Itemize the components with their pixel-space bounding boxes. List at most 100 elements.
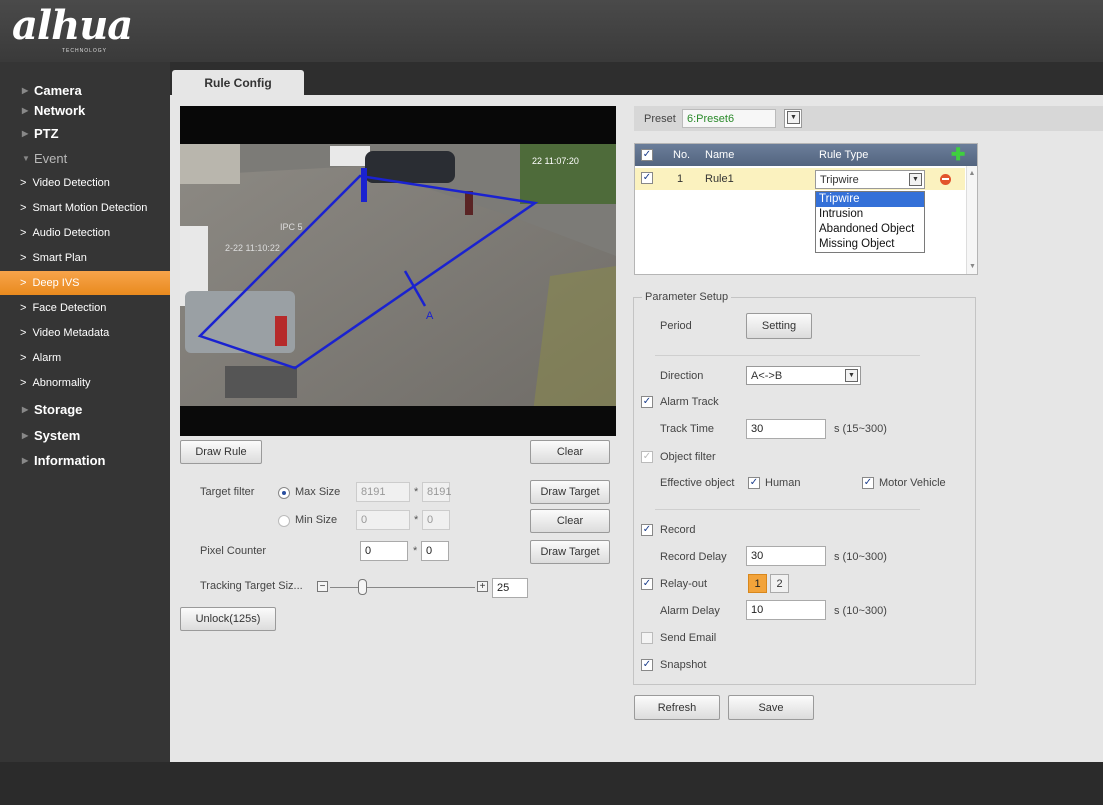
table-row[interactable]: ✓ 1 Rule1 Tripwire ▼ — [635, 168, 965, 190]
option-intrusion[interactable]: Intrusion — [816, 207, 924, 222]
alarm-track-checkbox[interactable]: ✓ — [641, 396, 653, 408]
chevron-right-icon: > — [20, 227, 27, 239]
select-all-checkbox[interactable]: ✓ — [641, 149, 653, 161]
sidebar-item-event[interactable]: ▼ Event — [0, 146, 170, 170]
human-checkbox[interactable]: ✓ — [748, 477, 760, 489]
sidebar-item-information[interactable]: ▶ Information — [0, 448, 170, 472]
save-button[interactable]: Save — [728, 695, 814, 720]
track-time-label: Track Time — [660, 423, 714, 435]
rule-table: ✓ No. Name Rule Type ✚ ✓ 1 Rule1 Tripwir… — [634, 143, 978, 275]
separator — [655, 355, 920, 356]
direction-label: Direction — [660, 370, 704, 382]
chevron-right-icon: > — [20, 327, 27, 339]
chevron-right-icon: > — [20, 352, 27, 364]
option-missing-object[interactable]: Missing Object — [816, 237, 924, 252]
sidebar-item-face-detection[interactable]: > Face Detection — [0, 296, 170, 320]
max-size-radio[interactable] — [278, 487, 290, 499]
table-scrollbar[interactable]: ▲ ▼ — [966, 166, 977, 274]
record-delay-input[interactable]: 30 — [746, 546, 826, 566]
sidebar-item-ptz[interactable]: ▶ PTZ — [0, 121, 170, 145]
scroll-down-icon[interactable]: ▼ — [969, 263, 976, 270]
sidebar-item-alarm[interactable]: > Alarm — [0, 346, 170, 370]
send-email-checkbox[interactable] — [641, 632, 653, 644]
sidebar-item-abnormality[interactable]: > Abnormality — [0, 371, 170, 395]
person-red — [275, 316, 287, 346]
min-size-radio[interactable] — [278, 515, 290, 527]
chevron-right-icon: > — [20, 302, 27, 314]
rule-type-select[interactable]: Tripwire ▼ — [815, 170, 925, 189]
preset-select[interactable]: 6:Preset6 — [682, 109, 776, 128]
rule-type-options: Tripwire Intrusion Abandoned Object Miss… — [815, 191, 925, 253]
rule-label-marker — [361, 168, 367, 202]
chevron-right-icon: > — [20, 177, 27, 189]
tracking-size-input[interactable]: 25 — [492, 578, 528, 598]
option-tripwire[interactable]: Tripwire — [816, 192, 924, 207]
min-size-width-input[interactable]: 0 — [356, 510, 410, 530]
tracking-slider-thumb[interactable] — [357, 579, 367, 595]
max-size-width-input[interactable]: 8191 — [356, 482, 410, 502]
chevron-down-icon: ▼ — [787, 111, 800, 124]
expanded-triangle-icon: ▼ — [22, 153, 30, 163]
draw-rule-button[interactable]: Draw Rule — [180, 440, 262, 464]
minus-circle-icon[interactable] — [940, 174, 951, 185]
relay-2-toggle[interactable]: 2 — [770, 574, 789, 593]
trees — [520, 144, 616, 204]
size-separator: * — [414, 486, 419, 498]
refresh-button[interactable]: Refresh — [634, 695, 720, 720]
tracking-target-size-label: Tracking Target Siz... — [200, 580, 303, 592]
track-time-input[interactable]: 30 — [746, 419, 826, 439]
record-label: Record — [660, 524, 696, 536]
collapsed-triangle-icon: ▶ — [22, 85, 29, 95]
decrease-icon[interactable]: − — [317, 581, 328, 592]
unlock-button[interactable]: Unlock(125s) — [180, 607, 276, 631]
tab-bar — [170, 62, 1103, 95]
direction-select[interactable]: A<->B ▼ — [746, 366, 861, 385]
preset-dropdown[interactable]: ▼ — [784, 109, 802, 128]
alarm-delay-label: Alarm Delay — [660, 605, 720, 617]
header-name: Name — [705, 149, 735, 161]
tab-rule-config[interactable]: Rule Config — [172, 70, 304, 96]
row-checkbox[interactable]: ✓ — [641, 172, 653, 184]
motor-vehicle-checkbox[interactable]: ✓ — [862, 477, 874, 489]
snapshot-checkbox[interactable]: ✓ — [641, 659, 653, 671]
record-delay-label: Record Delay — [660, 551, 727, 563]
max-size-label: Max Size — [295, 486, 341, 498]
sidebar-item-audio-detection[interactable]: > Audio Detection — [0, 221, 170, 245]
sidebar-item-video-detection[interactable]: > Video Detection — [0, 171, 170, 195]
alarm-delay-input[interactable]: 10 — [746, 600, 826, 620]
record-checkbox[interactable]: ✓ — [641, 524, 653, 536]
clear-rule-button[interactable]: Clear — [530, 440, 610, 464]
draw-target-button[interactable]: Draw Target — [530, 480, 610, 504]
object-filter-checkbox[interactable]: ✓ — [641, 451, 653, 463]
scroll-up-icon[interactable]: ▲ — [967, 170, 977, 177]
period-label: Period — [660, 320, 692, 332]
sidebar-item-video-metadata[interactable]: > Video Metadata — [0, 321, 170, 345]
human-label: Human — [765, 477, 801, 489]
alarm-track-label: Alarm Track — [660, 396, 719, 408]
plus-icon[interactable]: ✚ — [951, 145, 965, 165]
max-size-height-input[interactable]: 8191 — [422, 482, 451, 502]
pixel-width-input[interactable]: 0 — [360, 541, 408, 561]
sidebar-item-smart-motion-detection[interactable]: > Smart Motion Detection — [0, 196, 170, 220]
live-video[interactable]: 22 11:07:20 IPC 5 2-22 11:10:22 A — [180, 106, 616, 436]
sidebar-item-network[interactable]: ▶ Network — [0, 98, 170, 122]
header-rule-type: Rule Type — [819, 149, 869, 161]
clear-target-button[interactable]: Clear — [530, 509, 610, 533]
relay-1-toggle[interactable]: 1 — [748, 574, 767, 593]
sidebar-item-smart-plan[interactable]: > Smart Plan — [0, 246, 170, 270]
chevron-right-icon: > — [20, 277, 27, 289]
relay-out-checkbox[interactable]: ✓ — [641, 578, 653, 590]
motor-vehicle-label: Motor Vehicle — [879, 477, 946, 489]
sidebar: ▶ Camera ▶ Network ▶ PTZ ▼ Event > Video Dete… — [0, 62, 170, 762]
sidebar-item-storage[interactable]: ▶ Storage — [0, 397, 170, 421]
min-size-height-input[interactable]: 0 — [422, 510, 450, 530]
option-abandoned-object[interactable]: Abandoned Object — [816, 222, 924, 237]
sidebar-item-system[interactable]: ▶ System — [0, 423, 170, 447]
pixel-height-input[interactable]: 0 — [421, 541, 449, 561]
draw-target-button-2[interactable]: Draw Target — [530, 540, 610, 564]
sidebar-item-deep-ivs[interactable]: > Deep IVS — [0, 271, 170, 295]
setting-button[interactable]: Setting — [746, 313, 812, 339]
increase-icon[interactable]: + — [477, 581, 488, 592]
row-no: 1 — [677, 173, 684, 185]
tracking-slider-track[interactable] — [330, 587, 475, 588]
